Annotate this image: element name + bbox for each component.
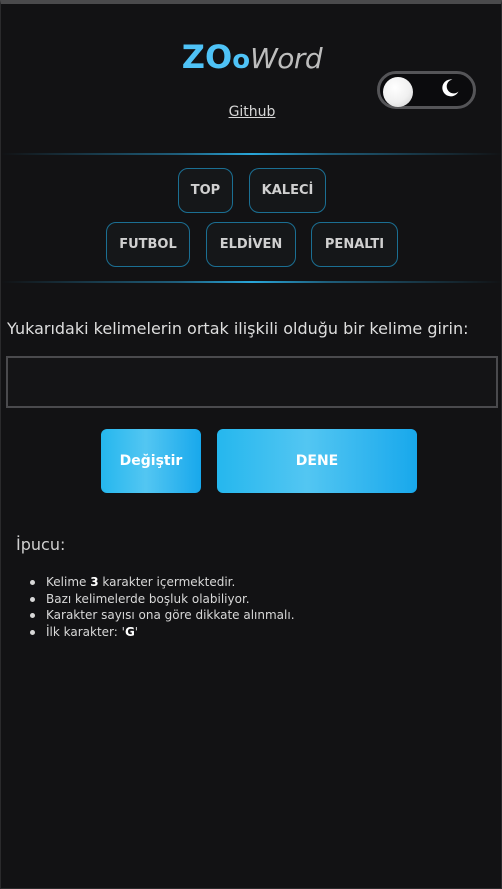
clue-word-top[interactable]: TOP (178, 168, 233, 213)
hint-item: İlk karakter: 'G' (27, 624, 295, 641)
top-divider (1, 153, 502, 155)
logo-letter-o-small: o (232, 45, 251, 75)
hint-list: Kelime 3 karakter içermektedir. Bazı kel… (27, 574, 295, 640)
hint-item: Karakter sayısı ona göre dikkate alınmal… (27, 607, 295, 624)
try-button[interactable]: DENE (217, 429, 417, 493)
logo-letter-o-large: O (205, 38, 233, 76)
hint-char-count: 3 (90, 575, 99, 589)
bottom-divider (1, 281, 502, 283)
hint-first-char: G (124, 624, 135, 639)
change-button[interactable]: Değiştir (101, 429, 201, 493)
hint-title: İpucu: (16, 535, 66, 554)
answer-input[interactable] (6, 356, 498, 408)
moon-icon (442, 79, 459, 97)
clue-word-kaleci[interactable]: KALECİ (249, 168, 326, 213)
hint-item: Kelime 3 karakter içermektedir. (27, 574, 295, 591)
app-frame: ZOoWord Github TOP KALECİ FUTBOL ELDİVEN… (0, 0, 502, 889)
clue-word-futbol[interactable]: FUTBOL (106, 222, 190, 267)
logo-word: Word (250, 42, 323, 75)
github-link[interactable]: Github (1, 103, 502, 121)
prompt-text: Yukarıdaki kelimelerin ortak ilişkili ol… (7, 319, 469, 338)
clue-word-eldiven[interactable]: ELDİVEN (206, 222, 296, 267)
hint-item: Bazı kelimelerde boşluk olabiliyor. (27, 591, 295, 608)
clue-word-penalti[interactable]: PENALTI (311, 222, 398, 267)
logo-letter-z: Z (181, 38, 205, 76)
